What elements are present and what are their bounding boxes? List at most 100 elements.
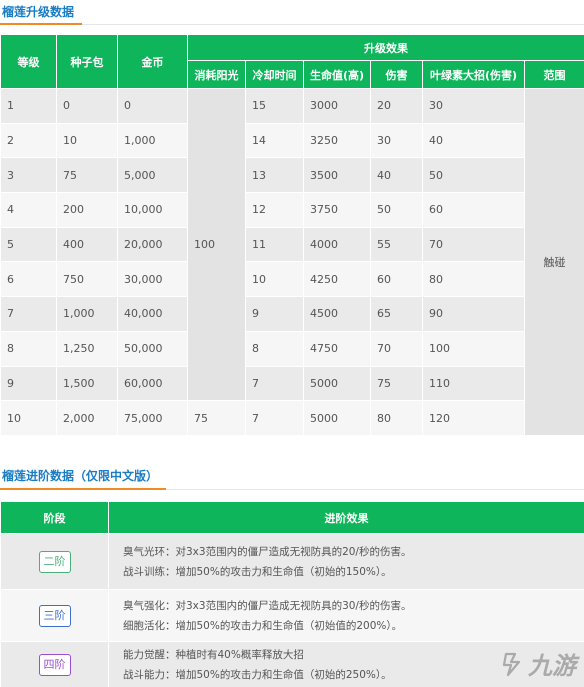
cell-level: 3 xyxy=(0,157,57,194)
advance-row: 二阶 臭气光环：对3x3范围内的僵尸造成无视防具的20/秒的伤害。 战斗训练：增加5… xyxy=(0,533,584,590)
cell-cooldown: 7 xyxy=(245,400,304,436)
cell-cooldown: 8 xyxy=(245,330,304,367)
upgrade-row: 5 400 20,000 11 4000 55 70 xyxy=(0,226,584,263)
cell-seed-pack: 400 xyxy=(56,226,118,263)
cell-coins: 10,000 xyxy=(117,192,188,228)
cell-sun: 75 xyxy=(187,400,246,436)
upgrade-section-title: 榴莲升级数据 xyxy=(2,5,75,19)
cell-damage: 70 xyxy=(370,330,423,367)
cell-seed-pack: 0 xyxy=(56,88,118,124)
cell-level: 10 xyxy=(0,400,57,436)
cell-leaf-skill: 120 xyxy=(422,400,525,436)
effect-line-2: 战斗训练：增加50%的攻击力和生命值（初始的150%）。 xyxy=(123,565,392,578)
advance-row: 三阶 臭气强化：对3x3范围内的僵尸造成无视防具的30/秒的伤害。 细胞活化：增加5… xyxy=(0,589,584,642)
header-range: 范围 xyxy=(524,60,584,89)
cell-advance-effect: 臭气强化：对3x3范围内的僵尸造成无视防具的30/秒的伤害。 细胞活化：增加50%… xyxy=(108,589,584,642)
header-leaf-skill: 叶绿素大招(伤害) xyxy=(422,60,525,89)
cell-level: 7 xyxy=(0,296,57,332)
watermark: 九游 xyxy=(500,646,576,681)
header-damage: 伤害 xyxy=(370,60,423,89)
cell-health: 4500 xyxy=(303,296,371,332)
cell-damage: 60 xyxy=(370,261,423,298)
cell-seed-pack: 2,000 xyxy=(56,400,118,436)
jiuyou-logo-icon xyxy=(502,652,521,676)
cell-advance-effect: 臭气光环：对3x3范围内的僵尸造成无视防具的20/秒的伤害。 战斗训练：增加50%… xyxy=(108,533,584,590)
header-sun: 消耗阳光 xyxy=(187,60,246,89)
cell-coins: 5,000 xyxy=(117,157,188,194)
advance-row: 四阶 能力觉醒：种植时有40%概率释放大招 战斗能力：增加50%的攻击力和生命值（初… xyxy=(0,641,584,687)
effect-line-1: 臭气强化：对3x3范围内的僵尸造成无视防具的30/秒的伤害。 xyxy=(123,599,412,612)
cell-damage: 65 xyxy=(370,296,423,332)
upgrade-row: 6 750 30,000 10 4250 60 80 xyxy=(0,261,584,298)
cell-leaf-skill: 100 xyxy=(422,330,525,367)
cell-seed-pack: 750 xyxy=(56,261,118,298)
cell-leaf-skill: 70 xyxy=(422,226,525,263)
upgrade-row: 3 75 5,000 13 3500 40 50 xyxy=(0,157,584,194)
cell-coins: 0 xyxy=(117,88,188,124)
cell-seed-pack: 10 xyxy=(56,122,118,159)
upgrade-row: 9 1,500 60,000 7 5000 75 110 xyxy=(0,365,584,402)
cell-cooldown: 12 xyxy=(245,192,304,228)
cell-coins: 50,000 xyxy=(117,330,188,367)
cell-stage: 四阶 xyxy=(0,641,109,687)
cell-leaf-skill: 60 xyxy=(422,192,525,228)
cell-leaf-skill: 40 xyxy=(422,122,525,159)
cell-coins: 40,000 xyxy=(117,296,188,332)
cell-stage: 二阶 xyxy=(0,533,109,590)
cell-coins: 1,000 xyxy=(117,122,188,159)
upgrade-title-accent xyxy=(0,23,82,25)
cell-seed-pack: 1,250 xyxy=(56,330,118,367)
cell-cooldown: 7 xyxy=(245,365,304,402)
header-cooldown: 冷却时间 xyxy=(245,60,304,89)
cell-cooldown: 11 xyxy=(245,226,304,263)
cell-health: 4750 xyxy=(303,330,371,367)
cell-cooldown: 9 xyxy=(245,296,304,332)
cell-damage: 55 xyxy=(370,226,423,263)
cell-level: 2 xyxy=(0,122,57,159)
effect-line-2: 细胞活化：增加50%的攻击力和生命值（初始值的200%）。 xyxy=(123,619,403,632)
cell-seed-pack: 200 xyxy=(56,192,118,228)
stage-badge: 三阶 xyxy=(38,604,71,627)
header-seed-pack: 种子包 xyxy=(56,34,118,89)
upgrade-title-divider xyxy=(0,24,584,25)
cell-health: 3750 xyxy=(303,192,371,228)
cell-health: 3500 xyxy=(303,157,371,194)
cell-damage: 80 xyxy=(370,400,423,436)
advance-table: 阶段 进阶效果 二阶 臭气光环：对3x3范围内的僵尸造成无视防具的20/秒的伤害。… xyxy=(0,501,584,687)
cell-leaf-skill: 50 xyxy=(422,157,525,194)
cell-leaf-skill: 110 xyxy=(422,365,525,402)
cell-stage: 三阶 xyxy=(0,589,109,642)
cell-range-merged: 触碰 xyxy=(524,88,584,436)
cell-seed-pack: 1,000 xyxy=(56,296,118,332)
advance-title-accent xyxy=(0,488,166,490)
stage-badge: 二阶 xyxy=(38,550,71,573)
cell-leaf-skill: 90 xyxy=(422,296,525,332)
cell-cooldown: 13 xyxy=(245,157,304,194)
cell-damage: 20 xyxy=(370,88,423,124)
header-advance-effect: 进阶效果 xyxy=(108,501,584,534)
cell-coins: 30,000 xyxy=(117,261,188,298)
cell-health: 5000 xyxy=(303,400,371,436)
cell-cooldown: 14 xyxy=(245,122,304,159)
header-level: 等级 xyxy=(0,34,57,89)
cell-health: 4250 xyxy=(303,261,371,298)
cell-level: 4 xyxy=(0,192,57,228)
cell-seed-pack: 1,500 xyxy=(56,365,118,402)
cell-damage: 75 xyxy=(370,365,423,402)
cell-health: 5000 xyxy=(303,365,371,402)
cell-leaf-skill: 80 xyxy=(422,261,525,298)
cell-leaf-skill: 30 xyxy=(422,88,525,124)
cell-level: 1 xyxy=(0,88,57,124)
cell-level: 5 xyxy=(0,226,57,263)
cell-damage: 30 xyxy=(370,122,423,159)
cell-sun-merged: 100 xyxy=(187,87,246,402)
header-stage: 阶段 xyxy=(0,501,109,534)
upgrade-table: 等级 种子包 金币 升级效果 消耗阳光 冷却时间 生命值(高) 伤害 叶绿素大招… xyxy=(0,34,584,436)
cell-coins: 60,000 xyxy=(117,365,188,402)
upgrade-row: 4 200 10,000 12 3750 50 60 xyxy=(0,192,584,228)
upgrade-row: 7 1,000 40,000 9 4500 65 90 xyxy=(0,296,584,332)
cell-seed-pack: 75 xyxy=(56,157,118,194)
watermark-text: 九游 xyxy=(528,652,576,680)
cell-health: 4000 xyxy=(303,226,371,263)
cell-damage: 50 xyxy=(370,192,423,228)
